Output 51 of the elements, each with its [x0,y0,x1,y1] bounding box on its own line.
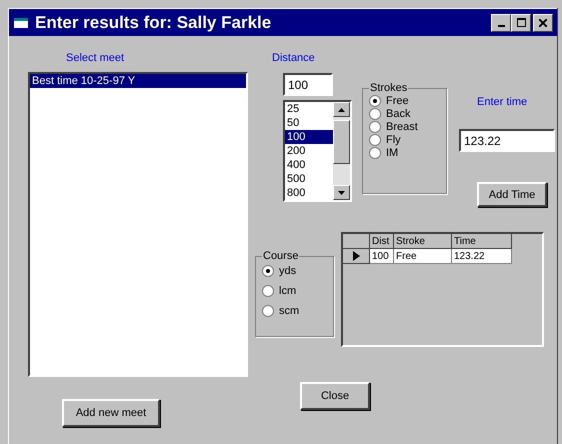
close-button[interactable] [533,14,553,32]
radio-option[interactable]: lcm [262,284,329,297]
radio-option[interactable]: IM [369,146,442,159]
radio-option[interactable]: scm [262,304,329,317]
distance-list[interactable]: 25 50 100 200 400 500 800 [283,100,352,202]
time-field[interactable]: 123.22 [459,129,555,152]
window-title: Enter results for: Sally Farkle [35,12,272,32]
add-time-button[interactable]: Add Time [477,182,547,207]
radio-option[interactable]: Free [369,94,442,107]
radio-option[interactable]: yds [262,264,329,277]
maximize-icon [516,18,526,27]
scroll-down-icon[interactable] [333,185,350,200]
distance-item[interactable]: 50 [285,116,333,130]
meet-list[interactable]: Best time 10-25-97 Y [28,72,248,377]
radio-dot[interactable] [369,94,381,106]
close-icon [539,18,547,26]
row-pointer-icon [352,251,360,261]
table-cell: 100 [370,249,394,264]
maximize-button[interactable] [511,14,531,32]
course-label: Course [262,250,300,262]
radio-dot[interactable] [369,108,381,120]
distance-item[interactable]: 800 [285,186,333,200]
strokes-label: Strokes [369,82,408,94]
distance-label: Distance [272,52,316,64]
radio-dot[interactable] [369,120,381,132]
distance-item[interactable]: 500 [285,172,333,186]
minimize-button[interactable] [491,14,511,32]
window-icon [13,16,29,30]
radio-option[interactable]: Breast [369,120,442,133]
distance-item[interactable]: 100 [285,130,333,144]
radio-dot[interactable] [262,304,274,316]
radio-option[interactable]: Fly [369,133,442,146]
distance-item[interactable]: 25 [285,102,333,116]
meet-item[interactable]: Best time 10-25-97 Y [30,74,246,88]
distance-item[interactable]: 400 [285,158,333,172]
radio-option[interactable]: Back [369,107,442,120]
radio-dot[interactable] [262,264,274,276]
scroll-up-icon[interactable] [333,102,350,117]
radio-dot[interactable] [262,284,274,296]
distance-item[interactable]: 200 [285,144,333,158]
add-meet-button[interactable]: Add new meet [62,399,160,427]
minimize-icon [498,24,504,26]
close-dialog-button[interactable]: Close [300,382,370,410]
radio-dot[interactable] [369,134,381,146]
table-cell: Free [394,249,452,264]
scroll-bar[interactable] [333,102,350,200]
table-cell: 123.22 [452,249,512,264]
radio-dot[interactable] [369,146,381,158]
meet-label: Select meet [66,52,126,64]
time-label: Enter time [477,96,528,108]
distance-field[interactable]: 100 [283,73,333,96]
